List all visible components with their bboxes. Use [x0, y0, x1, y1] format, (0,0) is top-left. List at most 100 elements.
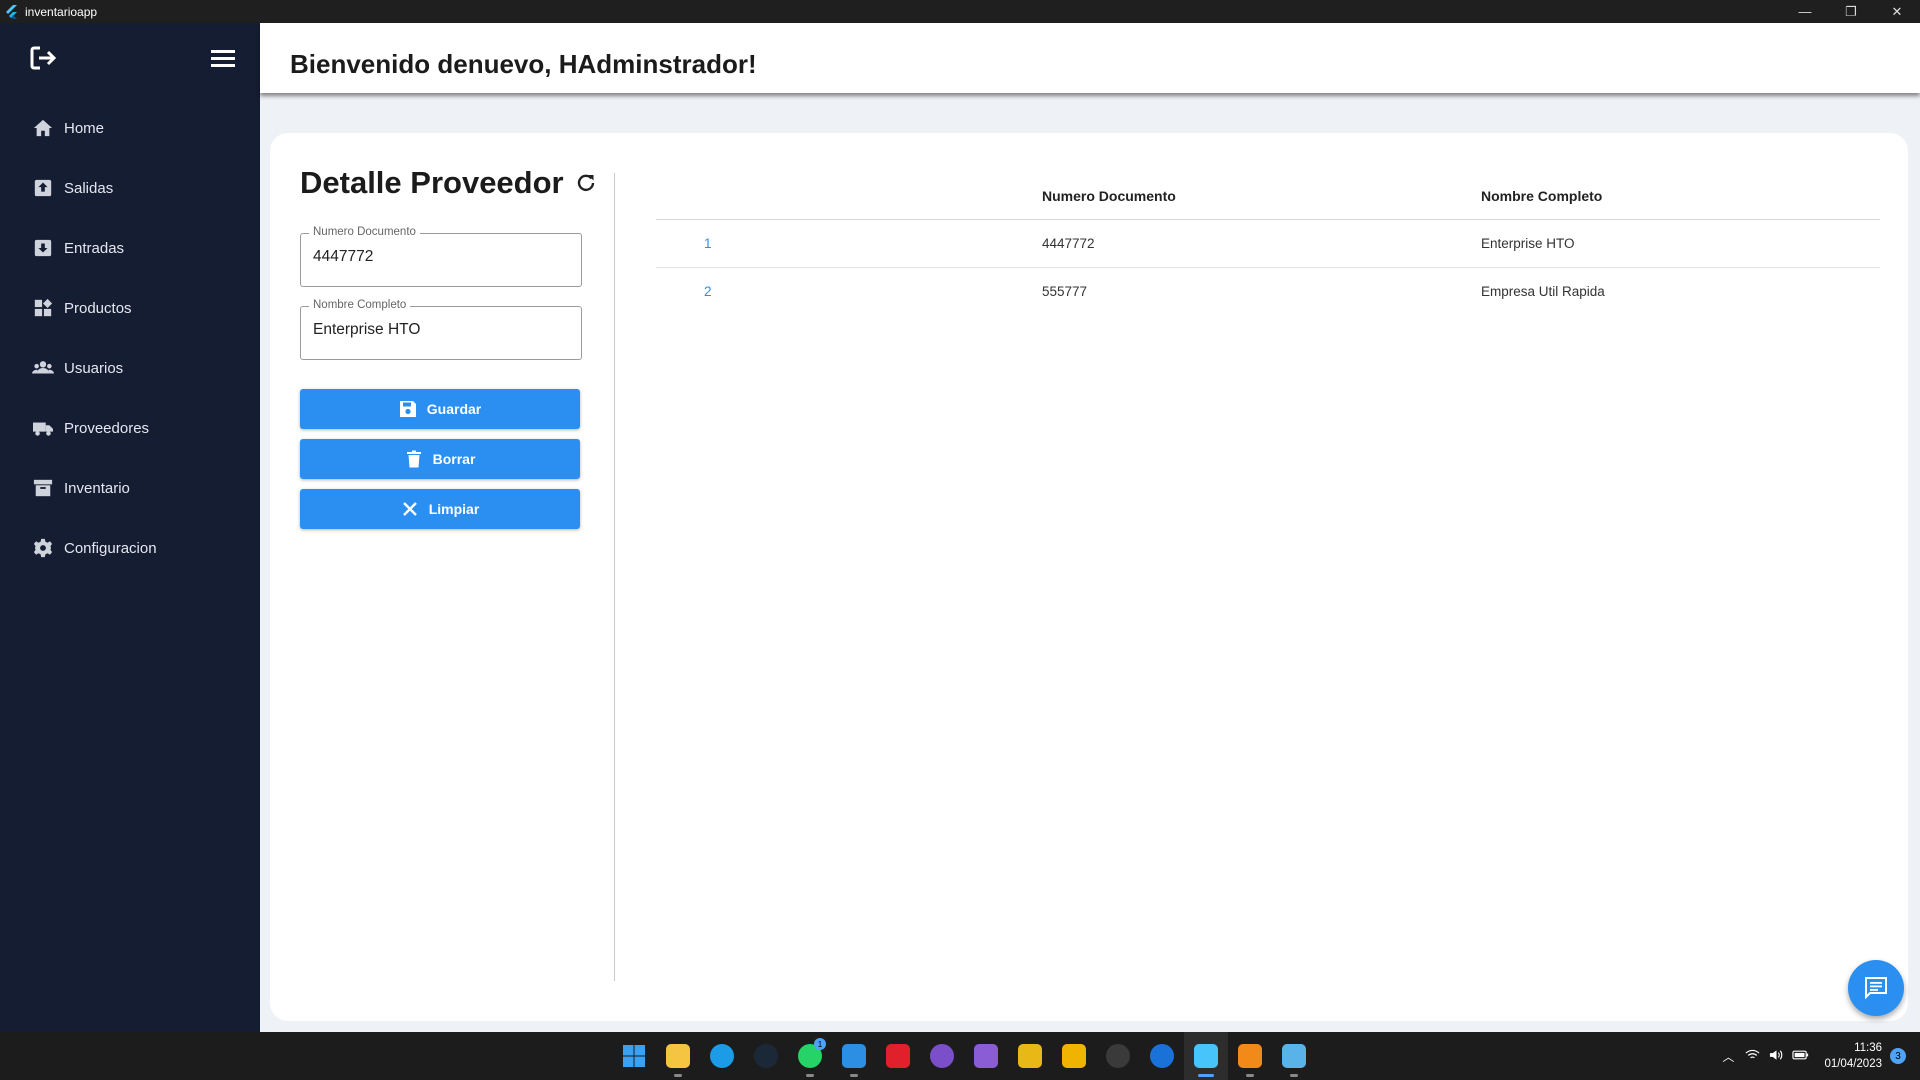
- visual-studio-icon: [974, 1044, 998, 1068]
- borrar-label: Borrar: [432, 451, 476, 467]
- sidebar-item-home[interactable]: Home: [0, 106, 260, 150]
- home-icon: [32, 117, 54, 139]
- widgets-icon: [32, 297, 54, 319]
- numero-documento-field[interactable]: Numero Documento: [300, 226, 582, 287]
- flutter-app-icon: [1194, 1044, 1218, 1068]
- system-tray: ︿ 11:36 01/04/2023 3: [1716, 1032, 1920, 1080]
- start-icon: [622, 1044, 646, 1068]
- taskbar-app-sublime-text[interactable]: [1228, 1032, 1272, 1080]
- providers-table: Numero Documento Nombre Completo 1 44477…: [656, 173, 1880, 315]
- nombre-completo-input[interactable]: [313, 321, 563, 339]
- limpiar-button[interactable]: Limpiar: [300, 489, 580, 529]
- edge-icon: [710, 1044, 734, 1068]
- table-row[interactable]: 1 4447772 Enterprise HTO: [656, 220, 1880, 268]
- chevron-up-icon[interactable]: ︿: [1717, 1048, 1739, 1065]
- taskbar-app-file-explorer[interactable]: [656, 1032, 700, 1080]
- sidebar-item-entradas[interactable]: Entradas: [0, 226, 260, 270]
- chat-icon: [1865, 977, 1887, 1000]
- taskbar-app-edge[interactable]: [700, 1032, 744, 1080]
- nombre-completo-field[interactable]: Nombre Completo: [300, 299, 582, 360]
- row-numero-documento: 4447772: [1042, 236, 1095, 251]
- taskbar-app-github-desktop[interactable]: [920, 1032, 964, 1080]
- users-icon: [32, 357, 54, 379]
- clear-icon: [401, 500, 419, 518]
- sublime-text-icon: [1238, 1044, 1262, 1068]
- minimize-button[interactable]: —: [1782, 0, 1828, 23]
- welcome-title: Bienvenido denuevo, HAdminstrador!: [290, 49, 757, 79]
- sidebar-item-productos[interactable]: Productos: [0, 286, 260, 330]
- windows-taskbar: 1 ︿ 11:36 01/04/2023 3: [0, 1032, 1920, 1080]
- sidebar-item-inventario[interactable]: Inventario: [0, 466, 260, 510]
- archive-icon: [32, 477, 54, 499]
- restore-button[interactable]: ❐: [1828, 0, 1874, 23]
- numero-documento-input[interactable]: [313, 248, 563, 266]
- outbox-icon: [32, 177, 54, 199]
- sidebar-item-salidas[interactable]: Salidas: [0, 166, 260, 210]
- taskbar-app-whatsapp[interactable]: 1: [788, 1032, 832, 1080]
- table-row[interactable]: 2 555777 Empresa Util Rapida: [656, 268, 1880, 315]
- row-id-link[interactable]: 2: [704, 268, 712, 315]
- main-card: Detalle Proveedor Numero Documento Nombr…: [270, 133, 1908, 1021]
- refresh-icon[interactable]: [576, 173, 596, 193]
- sidebar: Home Salidas Entradas Productos Usuarios…: [0, 23, 260, 1032]
- sidebar-item-usuarios[interactable]: Usuarios: [0, 346, 260, 390]
- sidebar-item-label: Home: [64, 119, 105, 137]
- row-id-link[interactable]: 1: [704, 220, 712, 267]
- taskbar-app-app-terminal[interactable]: [1272, 1032, 1316, 1080]
- truck-icon: [32, 417, 54, 439]
- menu-icon[interactable]: [210, 47, 236, 69]
- detail-title-text: Detalle Proveedor: [300, 165, 564, 200]
- sidebar-item-proveedores[interactable]: Proveedores: [0, 406, 260, 450]
- gear-icon: [32, 537, 54, 559]
- app-yellow-icon: [1018, 1044, 1042, 1068]
- steam-icon: [754, 1044, 778, 1068]
- sidebar-item-configuracion[interactable]: Configuracion: [0, 526, 260, 570]
- taskbar-app-visual-studio[interactable]: [964, 1032, 1008, 1080]
- running-indicator: [850, 1074, 858, 1077]
- nombre-completo-label: Nombre Completo: [309, 299, 411, 311]
- taskbar-app-start[interactable]: [612, 1032, 656, 1080]
- taskbar-app-obs[interactable]: [1096, 1032, 1140, 1080]
- running-indicator: [806, 1074, 814, 1077]
- window-titlebar: inventarioapp — ❐ ✕: [0, 0, 1920, 23]
- table-header: Numero Documento Nombre Completo: [656, 173, 1880, 220]
- taskbar-app-app-yellow[interactable]: [1008, 1032, 1052, 1080]
- volume-icon[interactable]: [1765, 1049, 1787, 1064]
- sidebar-item-label: Proveedores: [64, 419, 150, 437]
- app-header: Bienvenido denuevo, HAdminstrador!: [260, 23, 1920, 93]
- save-icon: [399, 400, 417, 418]
- window-title: inventarioapp: [25, 4, 98, 19]
- running-indicator: [1246, 1074, 1254, 1077]
- column-header-nombre-completo[interactable]: Nombre Completo: [1481, 173, 1602, 219]
- sidebar-item-label: Entradas: [64, 239, 125, 257]
- wifi-icon[interactable]: [1741, 1049, 1763, 1064]
- flutter-logo-icon: [6, 4, 17, 19]
- taskbar-app-steam[interactable]: [744, 1032, 788, 1080]
- teamviewer-icon: [1150, 1044, 1174, 1068]
- taskbar-app-teamviewer[interactable]: [1140, 1032, 1184, 1080]
- taskbar-app-vscode[interactable]: [832, 1032, 876, 1080]
- sidebar-item-label: Salidas: [64, 179, 114, 197]
- guardar-button[interactable]: Guardar: [300, 389, 580, 429]
- close-window-button[interactable]: ✕: [1874, 0, 1920, 23]
- taskbar-app-app-red[interactable]: [876, 1032, 920, 1080]
- app-red-icon: [886, 1044, 910, 1068]
- panel-divider: [614, 173, 615, 981]
- column-header-numero-documento[interactable]: Numero Documento: [1042, 173, 1176, 219]
- battery-icon[interactable]: [1789, 1049, 1811, 1064]
- numero-documento-label: Numero Documento: [309, 226, 420, 238]
- detail-panel-title: Detalle Proveedor: [300, 165, 596, 201]
- sidebar-item-label: Configuracion: [64, 539, 157, 557]
- obs-icon: [1106, 1044, 1130, 1068]
- borrar-button[interactable]: Borrar: [300, 439, 580, 479]
- logout-icon[interactable]: [28, 43, 58, 73]
- sidebar-item-label: Productos: [64, 299, 132, 317]
- taskbar-clock[interactable]: 11:36 01/04/2023: [1824, 1040, 1882, 1072]
- app-terminal-icon: [1282, 1044, 1306, 1068]
- taskbar-app-flutter-app[interactable]: [1184, 1032, 1228, 1080]
- chat-fab-button[interactable]: [1848, 960, 1904, 1016]
- whatsapp-badge: 1: [814, 1038, 826, 1050]
- taskbar-app-app-yellow-2[interactable]: [1052, 1032, 1096, 1080]
- notification-count-badge[interactable]: 3: [1890, 1048, 1906, 1064]
- row-numero-documento: 555777: [1042, 284, 1088, 299]
